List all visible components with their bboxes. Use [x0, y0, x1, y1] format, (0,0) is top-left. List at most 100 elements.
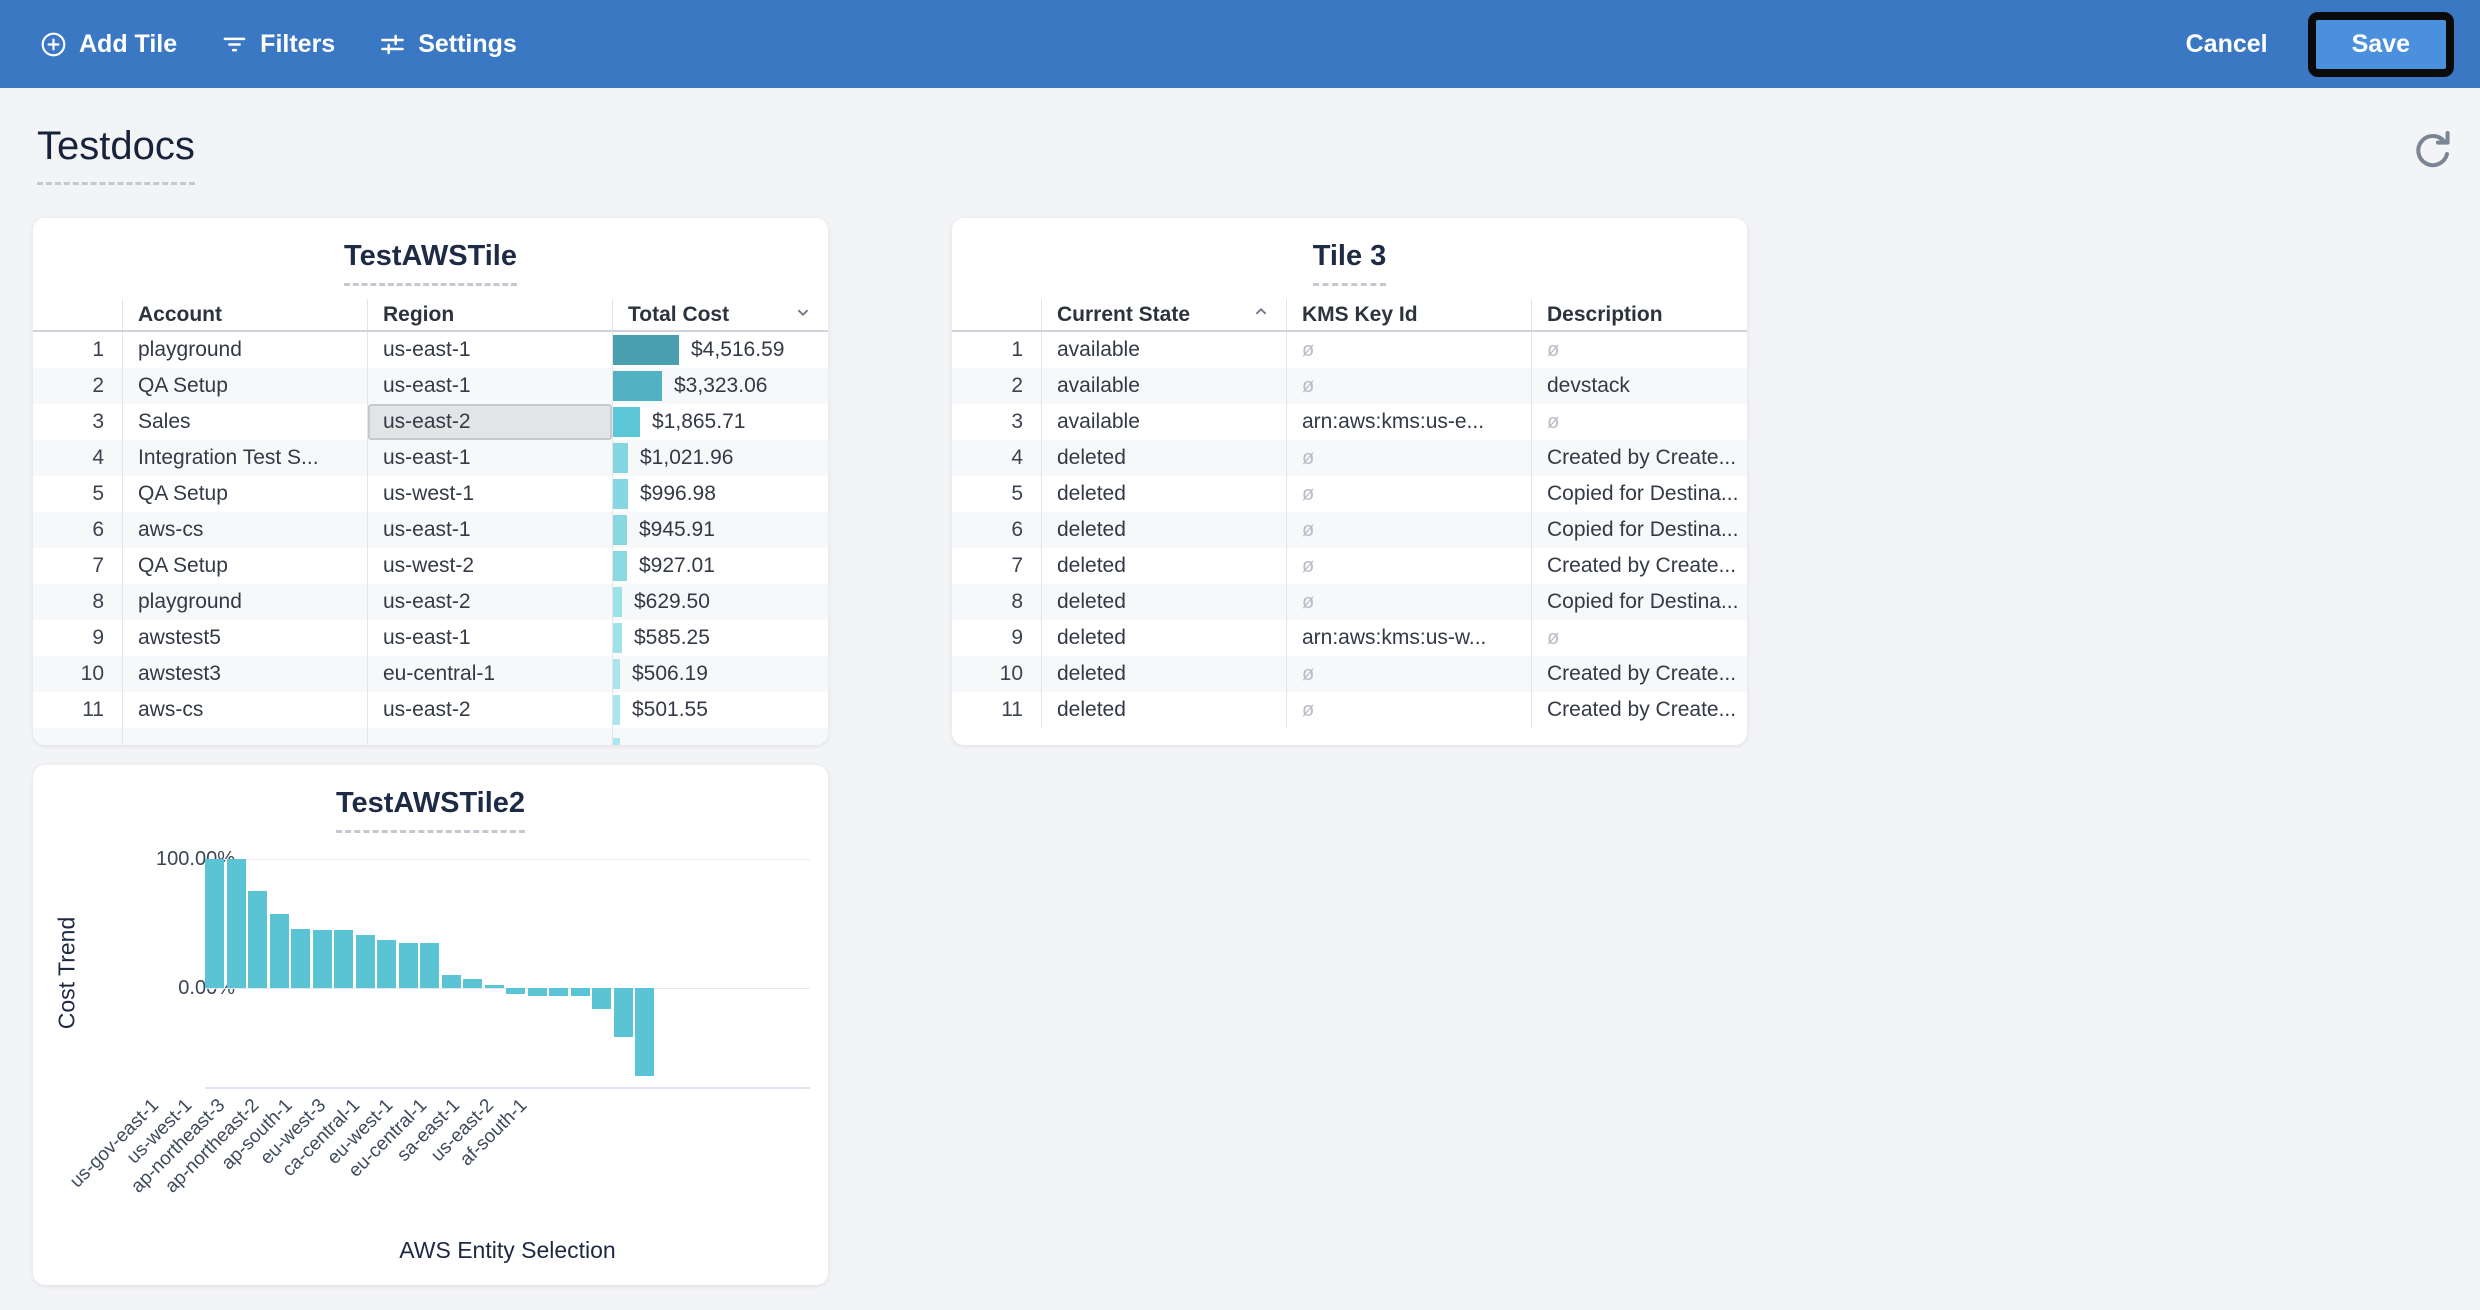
cell-kms-key-id[interactable]: arn:aws:kms:us-e...	[1286, 404, 1531, 440]
cell-account[interactable]: playground	[122, 332, 367, 368]
cell-total-cost[interactable]: $585.25	[612, 620, 828, 656]
cell-current-state[interactable]: deleted	[1041, 620, 1286, 656]
cost-value: $629.50	[634, 590, 710, 614]
cell-description[interactable]: ø	[1531, 620, 1747, 656]
row-number-cell: 3	[952, 404, 1041, 440]
cell-total-cost[interactable]: $4,516.59	[612, 332, 828, 368]
cell-total-cost[interactable]: $996.98	[612, 476, 828, 512]
cell-total-cost[interactable]: $1,021.96	[612, 440, 828, 476]
cell-current-state[interactable]: deleted	[1041, 440, 1286, 476]
column-header-account[interactable]: Account	[122, 299, 367, 330]
cell-account[interactable]: QA Setup	[122, 368, 367, 404]
cell-region[interactable]: us-east-1	[367, 620, 612, 656]
cell-region[interactable]: us-east-1	[367, 512, 612, 548]
cell-total-cost[interactable]: $506.19	[612, 656, 828, 692]
cell-total-cost[interactable]: $629.50	[612, 584, 828, 620]
cell-description[interactable]: Copied for Destina...	[1531, 476, 1747, 512]
cell-current-state[interactable]: deleted	[1041, 548, 1286, 584]
cell-region[interactable]: us-east-1	[367, 332, 612, 368]
cell-total-cost[interactable]	[612, 728, 828, 745]
cell-description[interactable]: ø	[1531, 332, 1747, 368]
cell-total-cost[interactable]: $501.55	[612, 692, 828, 728]
cell-total-cost[interactable]: $1,865.71	[612, 404, 828, 440]
cell-current-state[interactable]: deleted	[1041, 512, 1286, 548]
table-header: Account Region Total Cost	[33, 299, 828, 332]
cost-value: $501.55	[632, 698, 708, 722]
cell-account[interactable]: QA Setup	[122, 548, 367, 584]
cell-description[interactable]: Copied for Destina...	[1531, 584, 1747, 620]
cell-account[interactable]: awstest5	[122, 620, 367, 656]
cell-current-state[interactable]: deleted	[1041, 692, 1286, 728]
cell-current-state[interactable]: deleted	[1041, 584, 1286, 620]
cost-value: $506.19	[632, 662, 708, 686]
cell-description[interactable]: devstack	[1531, 368, 1747, 404]
cell-region[interactable]: us-east-1	[367, 368, 612, 404]
selected-cell[interactable]: us-east-2	[368, 404, 612, 440]
cell-kms-key-id[interactable]: ø	[1286, 368, 1531, 404]
cell-current-state[interactable]: available	[1041, 404, 1286, 440]
cost-bar	[613, 738, 620, 745]
cell-account[interactable]: Sales	[122, 404, 367, 440]
cell-account[interactable]: aws-cs	[122, 512, 367, 548]
add-tile-button[interactable]: Add Tile	[40, 30, 177, 59]
cost-bar	[613, 515, 627, 545]
cell-region[interactable]: us-east-2	[367, 404, 612, 440]
cell-current-state[interactable]: deleted	[1041, 656, 1286, 692]
cell-account[interactable]: awstest3	[122, 656, 367, 692]
cell-total-cost[interactable]: $3,323.06	[612, 368, 828, 404]
cell-region[interactable]: us-west-2	[367, 548, 612, 584]
cell-current-state[interactable]: deleted	[1041, 476, 1286, 512]
cell-region[interactable]: us-east-2	[367, 692, 612, 728]
cell-region[interactable]: us-west-1	[367, 476, 612, 512]
cell-kms-key-id[interactable]: ø	[1286, 656, 1531, 692]
cell-account[interactable]: Integration Test S...	[122, 440, 367, 476]
null-marker: ø	[1302, 591, 1314, 614]
tile-tile3: Tile 3 Current State KMS Key Id Descript…	[952, 218, 1747, 745]
cost-value: $996.98	[640, 482, 716, 506]
settings-button[interactable]: Settings	[379, 30, 517, 59]
column-header-total-cost[interactable]: Total Cost	[612, 299, 828, 330]
cell-account[interactable]: QA Setup	[122, 476, 367, 512]
refresh-icon[interactable]	[2410, 128, 2456, 174]
cell-region[interactable]: us-east-2	[367, 584, 612, 620]
cell-total-cost[interactable]: $945.91	[612, 512, 828, 548]
column-header-description[interactable]: Description	[1531, 299, 1747, 330]
cell-region[interactable]: us-east-1	[367, 440, 612, 476]
column-header-current-state[interactable]: Current State	[1041, 299, 1286, 330]
page-title: Testdocs	[37, 124, 195, 185]
cell-kms-key-id[interactable]: ø	[1286, 548, 1531, 584]
save-button[interactable]: Save	[2308, 12, 2454, 77]
filters-button[interactable]: Filters	[221, 30, 335, 59]
cell-current-state[interactable]: available	[1041, 368, 1286, 404]
null-marker: ø	[1302, 555, 1314, 578]
cell-region[interactable]	[367, 728, 612, 745]
cell-description[interactable]: Created by Create...	[1531, 656, 1747, 692]
cell-description[interactable]: Copied for Destina...	[1531, 512, 1747, 548]
cell-kms-key-id[interactable]: ø	[1286, 332, 1531, 368]
cell-account[interactable]	[122, 728, 367, 745]
table-row: 2availableødevstack	[952, 368, 1747, 404]
cell-account[interactable]: aws-cs	[122, 692, 367, 728]
row-number-cell: 6	[952, 512, 1041, 548]
cancel-button[interactable]: Cancel	[2186, 30, 2268, 59]
cell-description[interactable]: ø	[1531, 404, 1747, 440]
cell-kms-key-id[interactable]: arn:aws:kms:us-w...	[1286, 620, 1531, 656]
row-number-cell: 10	[33, 656, 122, 692]
cell-account[interactable]: playground	[122, 584, 367, 620]
table-row: 4Integration Test S...us-east-1$1,021.96	[33, 440, 828, 476]
cell-kms-key-id[interactable]: ø	[1286, 584, 1531, 620]
cell-kms-key-id[interactable]: ø	[1286, 440, 1531, 476]
cell-region[interactable]: eu-central-1	[367, 656, 612, 692]
cell-description[interactable]: Created by Create...	[1531, 440, 1747, 476]
cell-kms-key-id[interactable]: ø	[1286, 512, 1531, 548]
cell-description[interactable]: Created by Create...	[1531, 692, 1747, 728]
cost-value: $585.25	[634, 626, 710, 650]
cell-kms-key-id[interactable]: ø	[1286, 692, 1531, 728]
column-header-kms-key-id[interactable]: KMS Key Id	[1286, 299, 1531, 330]
cell-kms-key-id[interactable]: ø	[1286, 476, 1531, 512]
cell-current-state[interactable]: available	[1041, 332, 1286, 368]
cell-total-cost[interactable]: $927.01	[612, 548, 828, 584]
column-header-region[interactable]: Region	[367, 299, 612, 330]
cell-description[interactable]: Created by Create...	[1531, 548, 1747, 584]
cost-bar	[613, 407, 640, 437]
